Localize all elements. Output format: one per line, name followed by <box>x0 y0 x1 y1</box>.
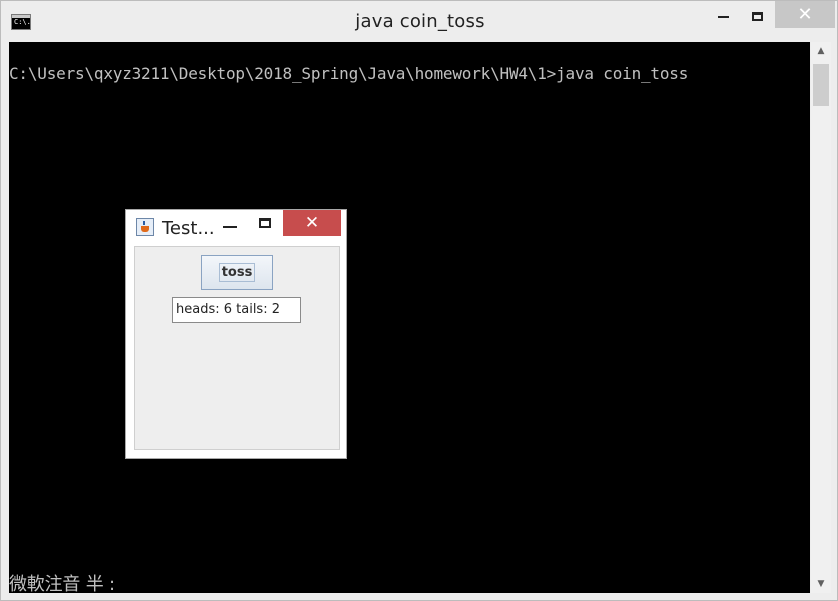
maximize-icon[interactable] <box>259 218 271 228</box>
console-minimize-button[interactable] <box>707 1 739 31</box>
console-titlebar[interactable]: C:\. java coin_toss ✕ <box>1 1 837 41</box>
content-pane: toss heads: 6 tails: 2 <box>134 246 340 450</box>
java-cup-icon[interactable] <box>136 218 154 236</box>
maximize-icon <box>751 11 763 21</box>
java-cup-body <box>141 226 149 232</box>
test-window-titlebar[interactable]: Test... ✕ <box>126 210 346 242</box>
test-window-title: Test... <box>162 218 215 239</box>
console-scrollbar[interactable]: ▲ ▼ <box>811 42 831 593</box>
close-icon: ✕ <box>304 212 320 233</box>
toss-button-label: toss <box>218 263 256 282</box>
test-window: Test... ✕ toss heads: 6 tails: 2 <box>125 209 347 459</box>
result-text-field[interactable]: heads: 6 tails: 2 <box>172 297 301 323</box>
scrollbar-thumb[interactable] <box>813 64 829 106</box>
minimize-icon <box>717 16 729 18</box>
scroll-up-arrow-icon[interactable]: ▲ <box>811 42 831 60</box>
ime-status-text: 微軟注音 半 : <box>9 574 115 593</box>
close-icon: ✕ <box>797 3 813 25</box>
scroll-down-arrow-icon[interactable]: ▼ <box>811 575 831 593</box>
java-cup-steam <box>143 221 145 225</box>
command-line-text: C:\Users\qxyz3211\Desktop\2018_Spring\Ja… <box>9 64 689 83</box>
test-window-close-button[interactable]: ✕ <box>283 210 341 236</box>
console-close-button[interactable]: ✕ <box>775 1 835 28</box>
console-maximize-button[interactable] <box>742 1 772 31</box>
toss-button[interactable]: toss <box>201 255 273 290</box>
minimize-icon[interactable] <box>223 226 237 228</box>
